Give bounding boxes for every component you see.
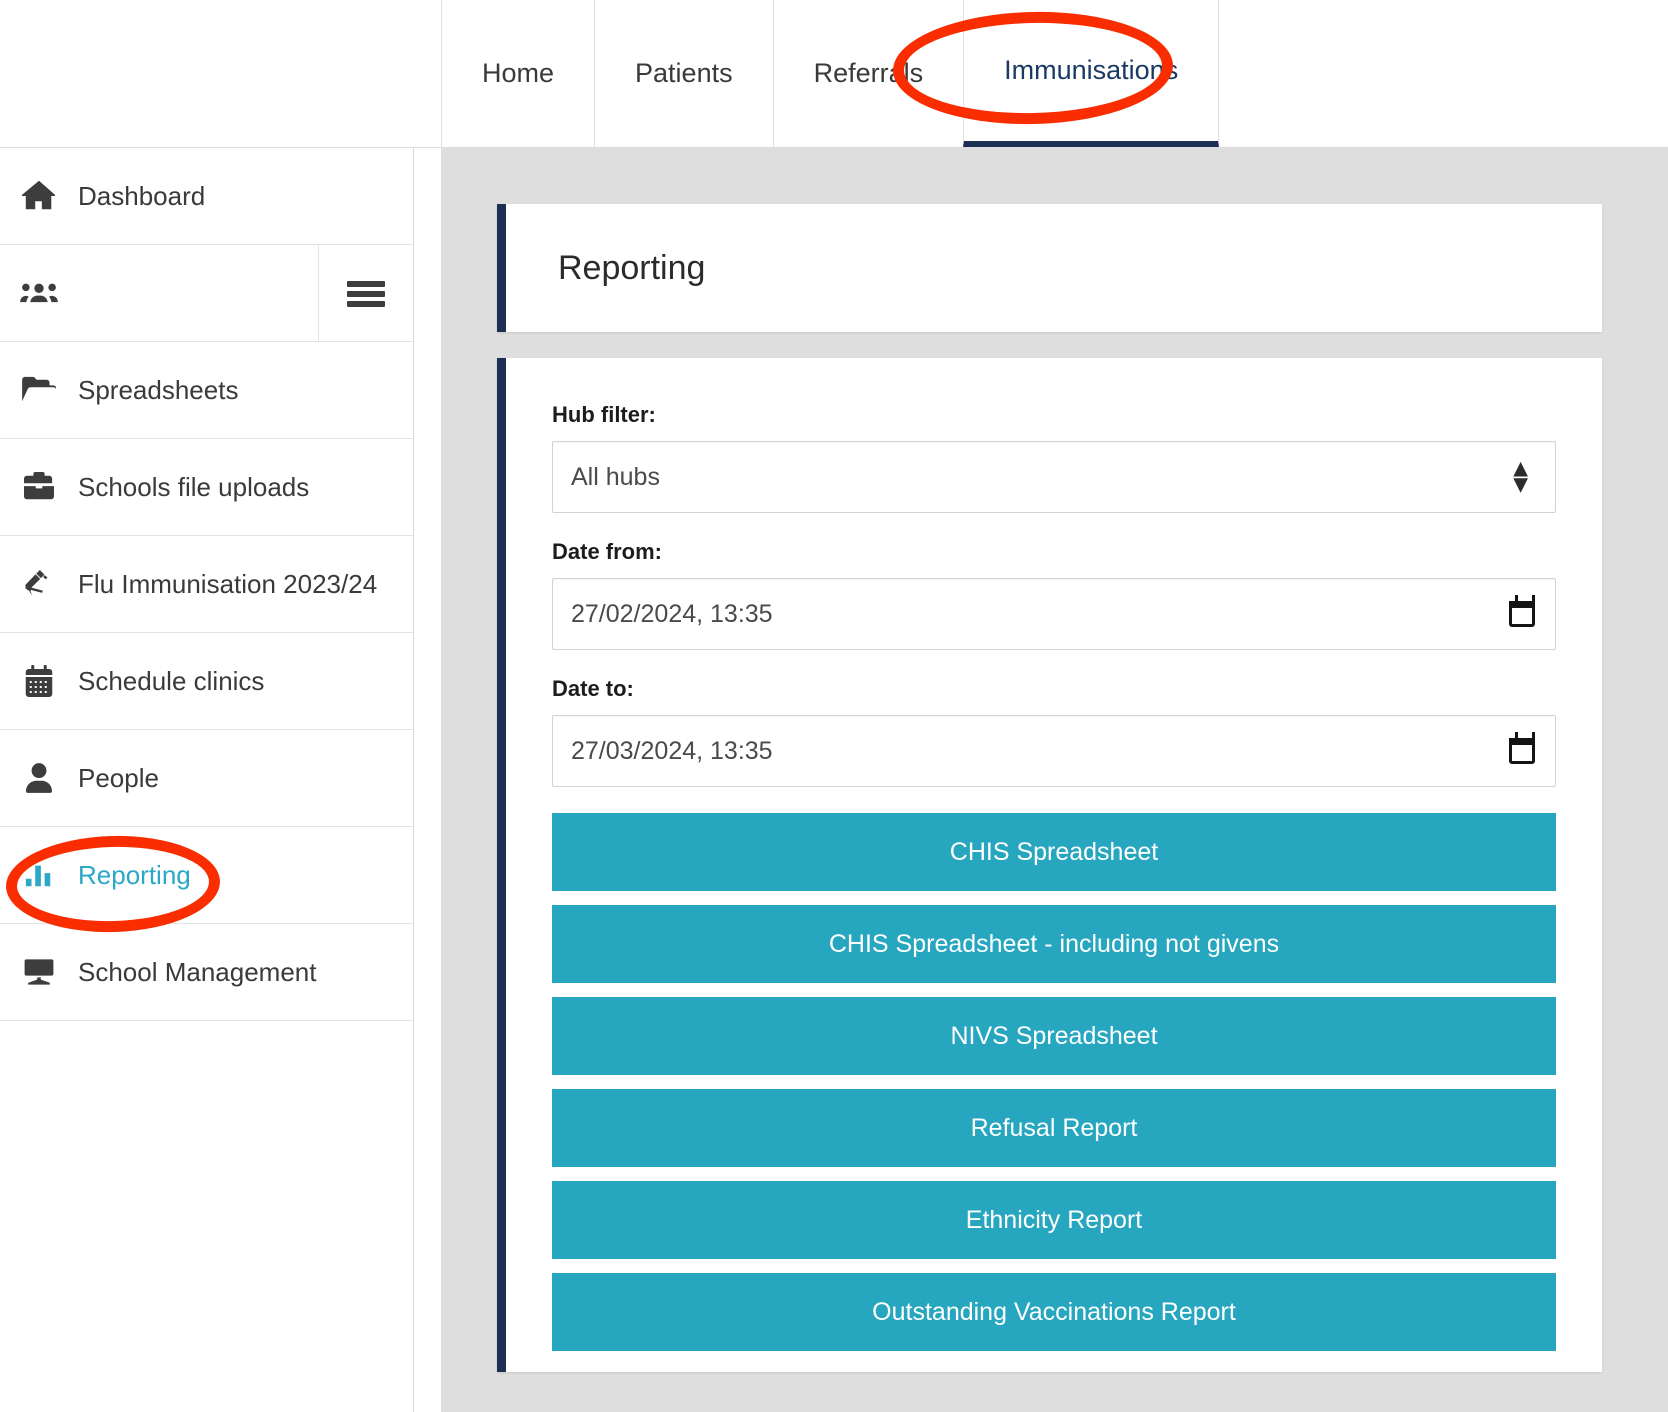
- page-header-card: Reporting: [497, 204, 1602, 332]
- sidebar-item-schools-file-uploads-label: Schools file uploads: [78, 472, 309, 503]
- hub-filter-select[interactable]: All hubs ▲▼: [552, 441, 1556, 513]
- ethnicity-report-label: Ethnicity Report: [966, 1206, 1142, 1235]
- sidebar-item-people-label: People: [78, 763, 159, 794]
- folder-open-icon: [0, 375, 78, 405]
- nivs-spreadsheet-button[interactable]: NIVS Spreadsheet: [552, 997, 1556, 1075]
- tab-immunisations[interactable]: Immunisations: [963, 0, 1219, 147]
- main-content: Reporting Hub filter: All hubs ▲▼ Date f…: [441, 148, 1668, 1412]
- date-from-input[interactable]: 27/02/2024, 13:35: [552, 578, 1556, 650]
- calendar-icon[interactable]: [1509, 738, 1535, 764]
- date-to-value: 27/03/2024, 13:35: [571, 737, 773, 766]
- top-navigation-bar: Home Patients Referrals Immunisations: [0, 0, 1668, 148]
- sidebar: Dashboard Spreadsheets: [0, 148, 414, 1412]
- home-icon: [0, 180, 78, 212]
- refusal-report-label: Refusal Report: [971, 1114, 1138, 1143]
- sidebar-item-schedule-clinics-label: Schedule clinics: [78, 666, 264, 697]
- reporting-form-card: Hub filter: All hubs ▲▼ Date from: 27/02…: [497, 358, 1602, 1372]
- user-icon: [0, 762, 78, 794]
- tab-referrals-label: Referrals: [814, 58, 924, 89]
- chis-spreadsheet-label: CHIS Spreadsheet: [950, 838, 1158, 867]
- syringe-icon: [0, 569, 78, 599]
- outstanding-vaccinations-report-button[interactable]: Outstanding Vaccinations Report: [552, 1273, 1556, 1351]
- calendar-icon: [0, 665, 78, 697]
- calendar-icon[interactable]: [1509, 601, 1535, 627]
- hub-filter-label: Hub filter:: [552, 402, 1556, 428]
- nav-tab-list: Home Patients Referrals Immunisations: [442, 0, 1219, 147]
- chalkboard-icon: [0, 957, 78, 987]
- sidebar-item-people[interactable]: People: [0, 730, 413, 827]
- refusal-report-button[interactable]: Refusal Report: [552, 1089, 1556, 1167]
- sidebar-item-schools-file-uploads[interactable]: Schools file uploads: [0, 439, 413, 536]
- tab-immunisations-label: Immunisations: [1004, 55, 1178, 86]
- sidebar-item-dashboard-label: Dashboard: [78, 181, 205, 212]
- sidebar-item-spreadsheets[interactable]: Spreadsheets: [0, 342, 413, 439]
- tab-referrals[interactable]: Referrals: [773, 0, 965, 147]
- sidebar-item-school-management[interactable]: School Management: [0, 924, 413, 1021]
- chis-spreadsheet-including-not-givens-button[interactable]: CHIS Spreadsheet - including not givens: [552, 905, 1556, 983]
- hamburger-icon[interactable]: [318, 245, 413, 342]
- outstanding-vaccinations-report-label: Outstanding Vaccinations Report: [872, 1298, 1236, 1327]
- sidebar-item-flu-immunisation-label: Flu Immunisation 2023/24: [78, 569, 377, 600]
- sidebar-item-reporting-label: Reporting: [78, 860, 191, 891]
- tab-home[interactable]: Home: [441, 0, 595, 147]
- date-to-input[interactable]: 27/03/2024, 13:35: [552, 715, 1556, 787]
- bar-chart-icon: [0, 860, 78, 890]
- sidebar-item-reporting[interactable]: Reporting: [0, 827, 413, 924]
- ethnicity-report-button[interactable]: Ethnicity Report: [552, 1181, 1556, 1259]
- page-title: Reporting: [506, 249, 705, 288]
- sidebar-item-schedule-clinics[interactable]: Schedule clinics: [0, 633, 413, 730]
- select-updown-arrows-icon: ▲▼: [1508, 462, 1533, 493]
- tab-patients[interactable]: Patients: [594, 0, 774, 147]
- tab-home-label: Home: [482, 58, 554, 89]
- sidebar-item-school-management-label: School Management: [78, 957, 316, 988]
- date-from-value: 27/02/2024, 13:35: [571, 600, 773, 629]
- sidebar-item-people-group[interactable]: [0, 245, 413, 342]
- date-to-label: Date to:: [552, 676, 1556, 702]
- people-group-icon: [0, 278, 78, 308]
- app-root: Home Patients Referrals Immunisations Da…: [0, 0, 1668, 1412]
- nivs-spreadsheet-label: NIVS Spreadsheet: [950, 1022, 1157, 1051]
- briefcase-icon: [0, 472, 78, 502]
- date-from-label: Date from:: [552, 539, 1556, 565]
- chis-spreadsheet-button[interactable]: CHIS Spreadsheet: [552, 813, 1556, 891]
- sidebar-item-dashboard[interactable]: Dashboard: [0, 148, 413, 245]
- tab-patients-label: Patients: [635, 58, 733, 89]
- chis-spreadsheet-including-not-givens-label: CHIS Spreadsheet - including not givens: [829, 930, 1279, 959]
- hub-filter-value: All hubs: [571, 463, 660, 492]
- sidebar-item-flu-immunisation[interactable]: Flu Immunisation 2023/24: [0, 536, 413, 633]
- sidebar-item-spreadsheets-label: Spreadsheets: [78, 375, 238, 406]
